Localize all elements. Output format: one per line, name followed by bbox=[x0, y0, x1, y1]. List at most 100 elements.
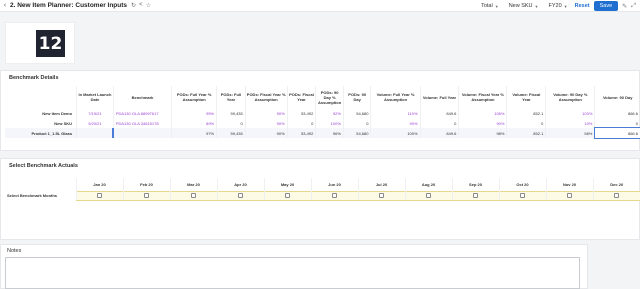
month-checkbox[interactable] bbox=[473, 193, 478, 199]
table-row: New SKU 9/20/21 PDA130 GLA 34615178 89% … bbox=[5, 118, 640, 128]
table-row: Select Benchmark Months bbox=[5, 190, 640, 201]
launch-date-cell[interactable]: 7/19/21 bbox=[76, 108, 114, 118]
table-cell[interactable]: 90% bbox=[244, 118, 288, 128]
column-header: PODs: 90 Day % Assumption bbox=[315, 86, 344, 108]
table-cell: 53,492 bbox=[286, 108, 316, 118]
benchmark-title: Benchmark Details bbox=[9, 75, 59, 81]
month-checkbox[interactable] bbox=[285, 193, 290, 199]
month-checkbox-cell bbox=[169, 190, 217, 201]
month-header: Aug 20 bbox=[404, 178, 452, 191]
month-checkbox-cell bbox=[263, 190, 311, 201]
column-header: Volume: Fiscal Year % Assumption bbox=[458, 86, 507, 108]
month-checkbox[interactable] bbox=[614, 193, 620, 199]
month-header: May 20 bbox=[263, 178, 311, 191]
month-checkbox-cell bbox=[75, 190, 123, 201]
month-checkbox[interactable] bbox=[191, 193, 196, 199]
table-row: Product 1_1.5L Glass 97% 59,435 90% 53,4… bbox=[5, 127, 640, 139]
table-cell[interactable]: 92% bbox=[315, 108, 344, 118]
table-cell[interactable]: 95% bbox=[171, 108, 217, 118]
table-cell[interactable]: 10% bbox=[545, 118, 595, 128]
benchmark-cell[interactable] bbox=[112, 128, 172, 138]
month-checkbox-cell bbox=[498, 190, 546, 201]
month-header: Nov 20 bbox=[545, 178, 593, 191]
table-cell[interactable]: 89% bbox=[171, 118, 217, 128]
column-header: PODs: Full Year bbox=[216, 86, 246, 108]
corner-cell bbox=[5, 178, 76, 191]
refresh-icon[interactable]: ↻ bbox=[131, 2, 136, 9]
column-header: In Market Launch Date bbox=[76, 86, 114, 108]
month-checkbox[interactable] bbox=[238, 193, 243, 199]
actuals-table: Jan 20 Feb 20 Mar 20 Apr 20 May 20 Jun 2… bbox=[5, 178, 640, 201]
table-cell: 0 bbox=[342, 118, 371, 128]
month-checkbox-cell bbox=[122, 190, 170, 201]
month-header: Oct 20 bbox=[498, 178, 546, 191]
table-cell[interactable]: 106% bbox=[458, 108, 507, 118]
edit-icon[interactable]: ✎ bbox=[622, 3, 627, 10]
column-header: PODs: Full Year % Assumption bbox=[171, 86, 217, 108]
table-cell: 96% bbox=[315, 128, 344, 138]
chevron-down-icon: ▼ bbox=[563, 3, 568, 9]
column-header: Volume: Fiscal Year bbox=[506, 86, 546, 108]
table-cell: 59,435 bbox=[216, 108, 246, 118]
row-label: Product 1_1.5L Glass bbox=[5, 128, 77, 138]
column-header: PODs: 90 Day bbox=[342, 86, 371, 108]
table-cell: 866.6 bbox=[594, 108, 640, 118]
month-checkbox[interactable] bbox=[567, 193, 572, 199]
table-cell: 852.1 bbox=[506, 128, 546, 138]
filter-year-select[interactable]: FY20 ▼ bbox=[546, 3, 571, 9]
selected-cell[interactable]: 866.6 bbox=[593, 127, 640, 139]
column-header: Volume: 90 Day bbox=[594, 86, 640, 108]
share-icon[interactable]: < bbox=[139, 2, 143, 9]
month-header: Dec 20 bbox=[592, 178, 640, 191]
month-checkbox-cell bbox=[310, 190, 358, 201]
table-cell: 97% bbox=[171, 128, 217, 138]
month-checkbox[interactable] bbox=[426, 193, 431, 199]
month-checkbox-cell bbox=[216, 190, 264, 201]
table-cell: 0 bbox=[419, 118, 459, 128]
save-button[interactable]: Save bbox=[593, 1, 619, 11]
benchmark-cell[interactable]: PDA130 GLA 34615178 bbox=[112, 118, 172, 128]
month-header: Jun 20 bbox=[310, 178, 358, 191]
table-cell: 849.6 bbox=[419, 128, 459, 138]
column-header: Benchmark bbox=[112, 86, 172, 108]
table-cell[interactable]: 90% bbox=[458, 118, 507, 128]
table-cell: 54,680 bbox=[342, 108, 371, 118]
month-checkbox[interactable] bbox=[379, 193, 384, 199]
notes-title: Notes bbox=[7, 248, 22, 254]
table-cell[interactable]: 90% bbox=[244, 108, 288, 118]
table-cell: 90% bbox=[244, 128, 288, 138]
month-checkbox[interactable] bbox=[144, 193, 149, 199]
month-checkbox[interactable] bbox=[520, 193, 525, 199]
month-header: Jan 20 bbox=[75, 178, 123, 191]
table-cell: 100% bbox=[370, 128, 421, 138]
benchmark-header-row: In Market Launch Date Benchmark PODs: Fu… bbox=[5, 86, 640, 108]
table-cell[interactable]: 90% bbox=[370, 118, 421, 128]
column-header: PODs: Fiscal Year % Assumption bbox=[244, 86, 288, 108]
filter-sku-select[interactable]: New SKU ▼ bbox=[506, 3, 542, 9]
benchmark-cell[interactable]: PDA130 GLA 68997617 bbox=[112, 108, 172, 118]
table-cell[interactable]: 103% bbox=[545, 108, 595, 118]
star-icon[interactable]: ☆ bbox=[146, 2, 151, 9]
expand-icon[interactable]: ⤢ bbox=[631, 3, 636, 10]
column-header: Volume: 90 Day % Assumption bbox=[545, 86, 595, 108]
table-cell[interactable]: 110% bbox=[370, 108, 421, 118]
actuals-title: Select Benchmark Actuals bbox=[9, 163, 78, 169]
filter-total-select[interactable]: Total ▼ bbox=[478, 3, 502, 9]
month-checkbox-cell bbox=[592, 190, 640, 201]
table-cell: 59,435 bbox=[216, 128, 246, 138]
page-title: 2. New Item Planner: Customer Inputs bbox=[10, 2, 128, 9]
table-cell[interactable]: 100% bbox=[315, 118, 344, 128]
row-label: New SKU bbox=[54, 120, 73, 126]
month-header: Jul 20 bbox=[357, 178, 405, 191]
launch-date-cell[interactable] bbox=[76, 128, 115, 138]
table-cell: 852.1 bbox=[506, 108, 546, 118]
reset-button[interactable]: Reset bbox=[575, 3, 590, 9]
column-header: Volume: Full Year bbox=[419, 86, 459, 108]
back-icon[interactable]: ‹ bbox=[0, 2, 10, 9]
notes-textarea[interactable] bbox=[5, 257, 580, 289]
chevron-down-icon: ▼ bbox=[494, 3, 499, 9]
row-label: Select Benchmark Months bbox=[5, 191, 76, 200]
month-checkbox[interactable] bbox=[97, 193, 102, 199]
launch-date-cell[interactable]: 9/20/21 bbox=[76, 118, 114, 128]
month-checkbox[interactable] bbox=[332, 193, 337, 199]
